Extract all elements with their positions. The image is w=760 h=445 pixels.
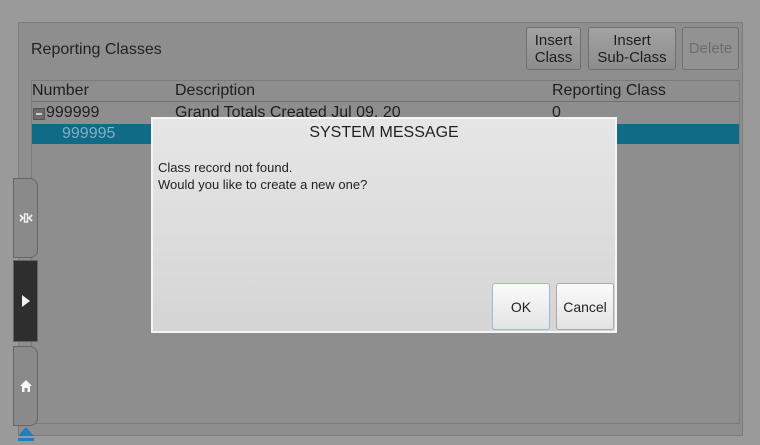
delete-button[interactable]: Delete <box>682 27 739 70</box>
sidebar-home-tab[interactable] <box>13 346 38 426</box>
row-number: 999995 <box>62 125 116 142</box>
panel-title: Reporting Classes <box>31 41 162 58</box>
dialog-message: Class record not found. Would you like t… <box>158 159 367 193</box>
sidebar-collapse-tab[interactable] <box>13 178 38 258</box>
grid-header: Number Description Reporting Class <box>32 81 739 102</box>
play-icon <box>21 295 30 307</box>
collapse-icon[interactable] <box>33 108 45 120</box>
row-number: 999999 <box>46 104 100 121</box>
cancel-button[interactable]: Cancel <box>556 283 614 330</box>
insert-subclass-button[interactable]: Insert Sub-Class <box>588 27 676 70</box>
column-header-number[interactable]: Number <box>32 82 89 100</box>
dialog-title: SYSTEM MESSAGE <box>309 124 459 141</box>
collapse-toggle-icon <box>18 213 33 223</box>
home-icon <box>19 380 32 392</box>
ok-button[interactable]: OK <box>492 283 550 330</box>
eject-icon[interactable] <box>17 426 35 442</box>
system-message-dialog: SYSTEM MESSAGE Class record not found. W… <box>151 117 617 333</box>
dialog-message-line: Would you like to create a new one? <box>158 177 368 192</box>
column-header-reporting-class[interactable]: Reporting Class <box>552 82 666 100</box>
column-header-description[interactable]: Description <box>175 82 255 100</box>
dialog-message-line: Class record not found. <box>158 160 293 175</box>
insert-class-button[interactable]: Insert Class <box>526 27 581 70</box>
sidebar-play-tab[interactable] <box>13 260 38 342</box>
